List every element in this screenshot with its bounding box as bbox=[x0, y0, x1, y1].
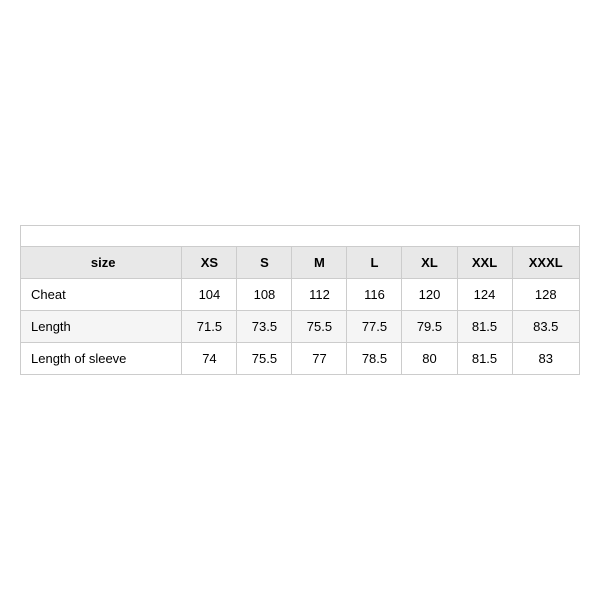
cheat-xxl: 124 bbox=[457, 279, 512, 311]
table-row: Cheat 104 108 112 116 120 124 128 bbox=[21, 279, 580, 311]
table-row: Length 71.5 73.5 75.5 77.5 79.5 81.5 83.… bbox=[21, 311, 580, 343]
cheat-m: 112 bbox=[292, 279, 347, 311]
length-s: 73.5 bbox=[237, 311, 292, 343]
header-xxxl: XXXL bbox=[512, 247, 579, 279]
cheat-xs: 104 bbox=[182, 279, 237, 311]
size-chart-container: size XS S M L XL XXL XXXL Cheat 104 108 … bbox=[20, 225, 580, 375]
length-xxxl: 83.5 bbox=[512, 311, 579, 343]
header-l: L bbox=[347, 247, 402, 279]
sleeve-xxxl: 83 bbox=[512, 343, 579, 375]
header-xl: XL bbox=[402, 247, 457, 279]
header-row: size XS S M L XL XXL XXXL bbox=[21, 247, 580, 279]
cheat-xl: 120 bbox=[402, 279, 457, 311]
row-cheat-label: Cheat bbox=[21, 279, 182, 311]
length-l: 77.5 bbox=[347, 311, 402, 343]
size-chart-table: size XS S M L XL XXL XXXL Cheat 104 108 … bbox=[20, 225, 580, 375]
header-m: M bbox=[292, 247, 347, 279]
header-size: size bbox=[21, 247, 182, 279]
header-xxl: XXL bbox=[457, 247, 512, 279]
sleeve-s: 75.5 bbox=[237, 343, 292, 375]
cheat-l: 116 bbox=[347, 279, 402, 311]
sleeve-l: 78.5 bbox=[347, 343, 402, 375]
header-s: S bbox=[237, 247, 292, 279]
length-xs: 71.5 bbox=[182, 311, 237, 343]
sleeve-xl: 80 bbox=[402, 343, 457, 375]
title-row bbox=[21, 226, 580, 247]
length-xl: 79.5 bbox=[402, 311, 457, 343]
cheat-xxxl: 128 bbox=[512, 279, 579, 311]
row-length-label: Length bbox=[21, 311, 182, 343]
sleeve-m: 77 bbox=[292, 343, 347, 375]
header-xs: XS bbox=[182, 247, 237, 279]
row-sleeve-label: Length of sleeve bbox=[21, 343, 182, 375]
length-xxl: 81.5 bbox=[457, 311, 512, 343]
table-title bbox=[21, 226, 580, 247]
table-row: Length of sleeve 74 75.5 77 78.5 80 81.5… bbox=[21, 343, 580, 375]
length-m: 75.5 bbox=[292, 311, 347, 343]
sleeve-xs: 74 bbox=[182, 343, 237, 375]
cheat-s: 108 bbox=[237, 279, 292, 311]
sleeve-xxl: 81.5 bbox=[457, 343, 512, 375]
